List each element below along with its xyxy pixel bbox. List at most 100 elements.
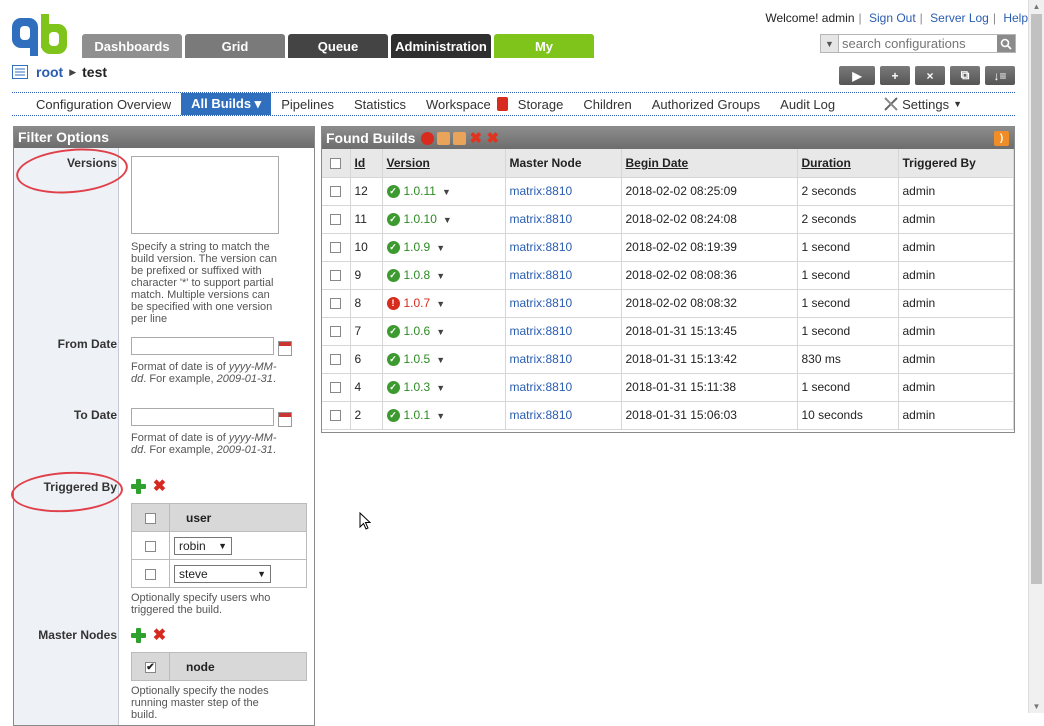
nav-authorized-groups[interactable]: Authorized Groups — [642, 93, 770, 115]
table-row[interactable]: 11 ✓ 1.0.10 ▼ matrix:8810 2018-02-02 08:24:08… — [322, 205, 1014, 234]
build-version-link[interactable]: 1.0.10 — [404, 212, 437, 226]
user-select[interactable]: robin ▼ — [174, 536, 232, 555]
id-column-header[interactable]: Id — [350, 149, 383, 178]
sort-button[interactable]: ↓≡ — [985, 66, 1015, 85]
nav-configuration-overview[interactable]: Configuration Overview — [12, 93, 181, 115]
select-all-nodes-checkbox[interactable]: ✔ — [145, 661, 156, 673]
build-version-cell[interactable]: ✓ 1.0.10 ▼ — [382, 205, 506, 234]
chevron-down-icon[interactable]: ▼ — [436, 271, 445, 281]
add-node-icon[interactable] — [131, 628, 146, 643]
scrollbar-thumb[interactable] — [1031, 14, 1042, 584]
build-version-cell[interactable]: ✓ 1.0.3 ▼ — [382, 373, 506, 402]
delete-selected-icon[interactable] — [421, 131, 435, 145]
table-row[interactable]: 6 ✓ 1.0.5 ▼ matrix:8810 2018-01-31 15:13:42 83… — [322, 345, 1014, 374]
build-version-link[interactable]: 1.0.11 — [404, 184, 436, 198]
select-all-builds-checkbox[interactable] — [330, 158, 342, 170]
table-row[interactable]: 10 ✓ 1.0.9 ▼ matrix:8810 2018-02-02 08:19:39 1… — [322, 233, 1014, 262]
sign-out-link[interactable]: Sign Out — [869, 11, 916, 25]
from-date-input[interactable] — [131, 337, 274, 355]
build-checkbox[interactable] — [330, 186, 342, 198]
table-row[interactable]: 4 ✓ 1.0.3 ▼ matrix:8810 2018-01-31 15:11:38 1 … — [322, 373, 1014, 402]
rss-feed-icon[interactable]: ) — [994, 131, 1009, 146]
table-row[interactable]: 7 ✓ 1.0.6 ▼ matrix:8810 2018-01-31 15:13:45 1 … — [322, 317, 1014, 346]
user-select[interactable]: steve ▼ — [174, 564, 271, 583]
master-node-link[interactable]: matrix:8810 — [510, 324, 573, 338]
build-checkbox[interactable] — [330, 382, 342, 394]
build-checkbox[interactable] — [330, 214, 342, 226]
build-version-link[interactable]: 1.0.5 — [404, 352, 431, 366]
scroll-up-icon[interactable]: ▲ — [1029, 2, 1044, 11]
help-link[interactable]: Help — [1003, 11, 1028, 25]
master-node-link[interactable]: matrix:8810 — [510, 184, 573, 198]
nav-settings[interactable]: Settings ▼ — [873, 93, 972, 115]
nav-audit-log[interactable]: Audit Log — [770, 93, 845, 115]
remove-node-icon[interactable]: ✖ — [152, 628, 167, 644]
build-version-link[interactable]: 1.0.3 — [404, 380, 431, 394]
run-button[interactable]: ▶ — [839, 66, 875, 85]
main-tab-my[interactable]: My — [494, 34, 594, 58]
delete-button[interactable]: × — [915, 66, 945, 85]
build-version-link[interactable]: 1.0.9 — [404, 240, 431, 254]
search-scope-dropdown-icon[interactable]: ▼ — [821, 35, 839, 52]
search-input[interactable] — [839, 35, 997, 52]
chevron-down-icon[interactable]: ▼ — [442, 187, 451, 197]
user-checkbox[interactable] — [145, 568, 156, 580]
calendar-icon[interactable] — [278, 412, 292, 427]
scroll-down-icon[interactable]: ▼ — [1029, 702, 1044, 711]
chevron-down-icon[interactable]: ▼ — [436, 355, 445, 365]
version-column-header[interactable]: Version — [382, 149, 506, 178]
main-tab-dashboards[interactable]: Dashboards — [82, 34, 182, 58]
thumbs-down-icon[interactable] — [453, 131, 467, 145]
master-node-link[interactable]: matrix:8810 — [510, 296, 573, 310]
build-version-cell[interactable]: ✓ 1.0.11 ▼ — [382, 177, 506, 206]
master-node-link[interactable]: matrix:8810 — [510, 240, 573, 254]
main-tab-administration[interactable]: Administration — [391, 34, 491, 58]
cancel-icon[interactable]: ✖ — [469, 131, 483, 146]
nav-all-builds[interactable]: All Builds ▾ — [181, 93, 272, 115]
table-row[interactable]: 8! 1.0.7 ▼ matrix:8810 2018-02-02 08:08:32 1 … — [322, 289, 1014, 318]
chevron-down-icon[interactable]: ▼ — [436, 383, 445, 393]
server-log-link[interactable]: Server Log — [930, 11, 989, 25]
build-version-cell[interactable]: ✓ 1.0.9 ▼ — [382, 233, 506, 262]
thumbs-up-icon[interactable] — [437, 131, 451, 145]
copy-button[interactable]: ⧉ — [950, 66, 980, 85]
master-node-link[interactable]: matrix:8810 — [510, 268, 573, 282]
table-row[interactable]: 12 ✓ 1.0.11 ▼ matrix:8810 2018-02-02 08:25:09… — [322, 177, 1014, 206]
build-checkbox[interactable] — [330, 270, 342, 282]
build-checkbox[interactable] — [330, 326, 342, 338]
chevron-down-icon[interactable]: ▼ — [443, 215, 452, 225]
nav-storage[interactable]: Storage — [508, 93, 574, 115]
build-version-cell[interactable]: ✓ 1.0.1 ▼ — [382, 401, 506, 430]
chevron-down-icon[interactable]: ▼ — [436, 243, 445, 253]
nav-workspace[interactable]: Workspace — [416, 93, 495, 115]
master-node-link[interactable]: matrix:8810 — [510, 212, 573, 226]
begin-date-column-header[interactable]: Begin Date — [621, 149, 798, 178]
build-version-cell[interactable]: ✓ 1.0.8 ▼ — [382, 261, 506, 290]
search-icon[interactable] — [997, 35, 1015, 52]
add-button[interactable]: + — [880, 66, 910, 85]
chevron-down-icon[interactable]: ▼ — [436, 299, 445, 309]
build-version-cell[interactable]: ! 1.0.7 ▼ — [382, 289, 506, 318]
cancel-all-icon[interactable]: ✖ — [486, 131, 500, 146]
select-all-users-checkbox[interactable] — [145, 512, 156, 524]
build-checkbox[interactable] — [330, 410, 342, 422]
nav-statistics[interactable]: Statistics — [344, 93, 416, 115]
breadcrumb-root-link[interactable]: root — [36, 64, 63, 80]
to-date-input[interactable] — [131, 408, 274, 426]
page-scrollbar[interactable]: ▲ ▼ — [1028, 0, 1044, 713]
build-checkbox[interactable] — [330, 354, 342, 366]
add-user-icon[interactable] — [131, 479, 146, 494]
main-tab-grid[interactable]: Grid — [185, 34, 285, 58]
build-version-link[interactable]: 1.0.7 — [404, 296, 431, 310]
chevron-down-icon[interactable]: ▼ — [436, 411, 445, 421]
main-tab-queue[interactable]: Queue — [288, 34, 388, 58]
calendar-icon[interactable] — [278, 341, 292, 356]
build-checkbox[interactable] — [330, 298, 342, 310]
build-version-link[interactable]: 1.0.1 — [404, 408, 431, 422]
nav-children[interactable]: Children — [573, 93, 641, 115]
nav-pipelines[interactable]: Pipelines — [271, 93, 344, 115]
build-checkbox[interactable] — [330, 242, 342, 254]
master-node-link[interactable]: matrix:8810 — [510, 408, 573, 422]
master-node-link[interactable]: matrix:8810 — [510, 380, 573, 394]
chevron-down-icon[interactable]: ▼ — [436, 327, 445, 337]
